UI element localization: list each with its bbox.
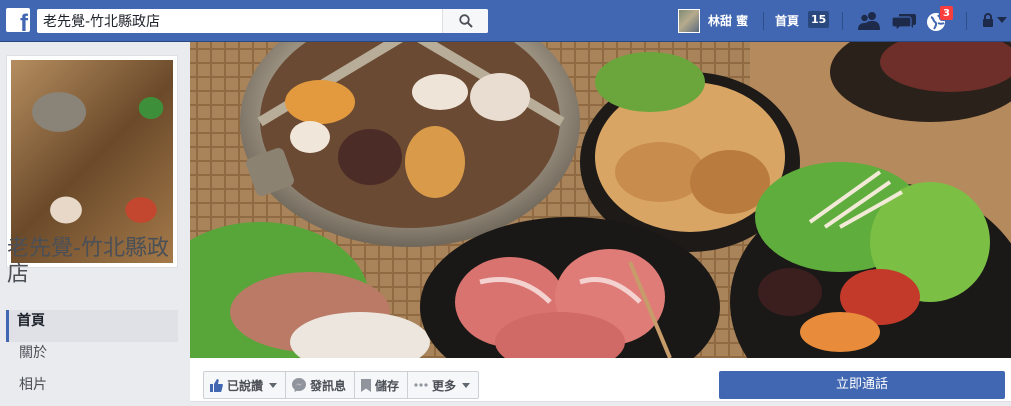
messages-icon[interactable] [892, 11, 916, 31]
chevron-down-icon [269, 382, 278, 388]
more-dots-icon [414, 383, 428, 387]
friend-requests-icon[interactable] [858, 11, 880, 31]
facebook-logo-icon[interactable]: f [6, 8, 30, 32]
avatar [678, 9, 700, 33]
notification-count-badge: 3 [939, 5, 954, 21]
profile-name: 林甜 蜜 [708, 14, 749, 28]
sidebar-item-photos[interactable]: 相片 [6, 374, 178, 406]
chevron-down-icon[interactable] [997, 17, 1007, 23]
home-link[interactable]: 首頁 [775, 12, 799, 29]
divider [842, 12, 843, 30]
top-navigation-bar: f 林甜 蜜 首頁 15 3 [0, 0, 1011, 42]
page-action-bar: 已說讚 發訊息 儲存 更多 立即通話 [190, 358, 1011, 402]
profile-photo-image [11, 60, 173, 263]
search-box [37, 9, 488, 33]
more-button[interactable]: 更多 [408, 372, 478, 398]
search-input[interactable] [37, 9, 449, 33]
page-title: 老先覺-竹北縣政店 [7, 236, 169, 287]
liked-label: 已說讚 [227, 378, 264, 393]
cover-photo[interactable] [190, 42, 1011, 358]
sidebar-item-about[interactable]: 關於 [6, 342, 178, 374]
messenger-icon [292, 378, 307, 392]
liked-button[interactable]: 已說讚 [204, 372, 287, 398]
page-action-buttons: 已說讚 發訊息 儲存 更多 [203, 371, 480, 399]
more-label: 更多 [432, 378, 457, 393]
call-now-button[interactable]: 立即通話 [719, 371, 1005, 399]
sidebar-item-home[interactable]: 首頁 [6, 310, 178, 342]
send-message-label: 發訊息 [310, 378, 347, 393]
save-button[interactable]: 儲存 [355, 372, 409, 398]
thumbs-up-icon [210, 378, 223, 392]
privacy-lock-icon[interactable] [982, 13, 994, 27]
save-label: 儲存 [375, 378, 400, 393]
search-icon [459, 14, 473, 28]
page-nav: 首頁 關於 相片 [6, 310, 178, 406]
divider [763, 12, 764, 30]
page-sidebar: 老先覺-竹北縣政店 首頁 關於 相片 [0, 42, 190, 402]
bookmark-icon [361, 378, 372, 392]
chevron-down-icon [462, 382, 471, 388]
home-count-badge: 15 [808, 11, 830, 28]
divider [966, 12, 967, 30]
search-button[interactable] [442, 9, 488, 33]
cover-photo-image [190, 42, 1011, 358]
send-message-button[interactable]: 發訊息 [286, 372, 356, 398]
